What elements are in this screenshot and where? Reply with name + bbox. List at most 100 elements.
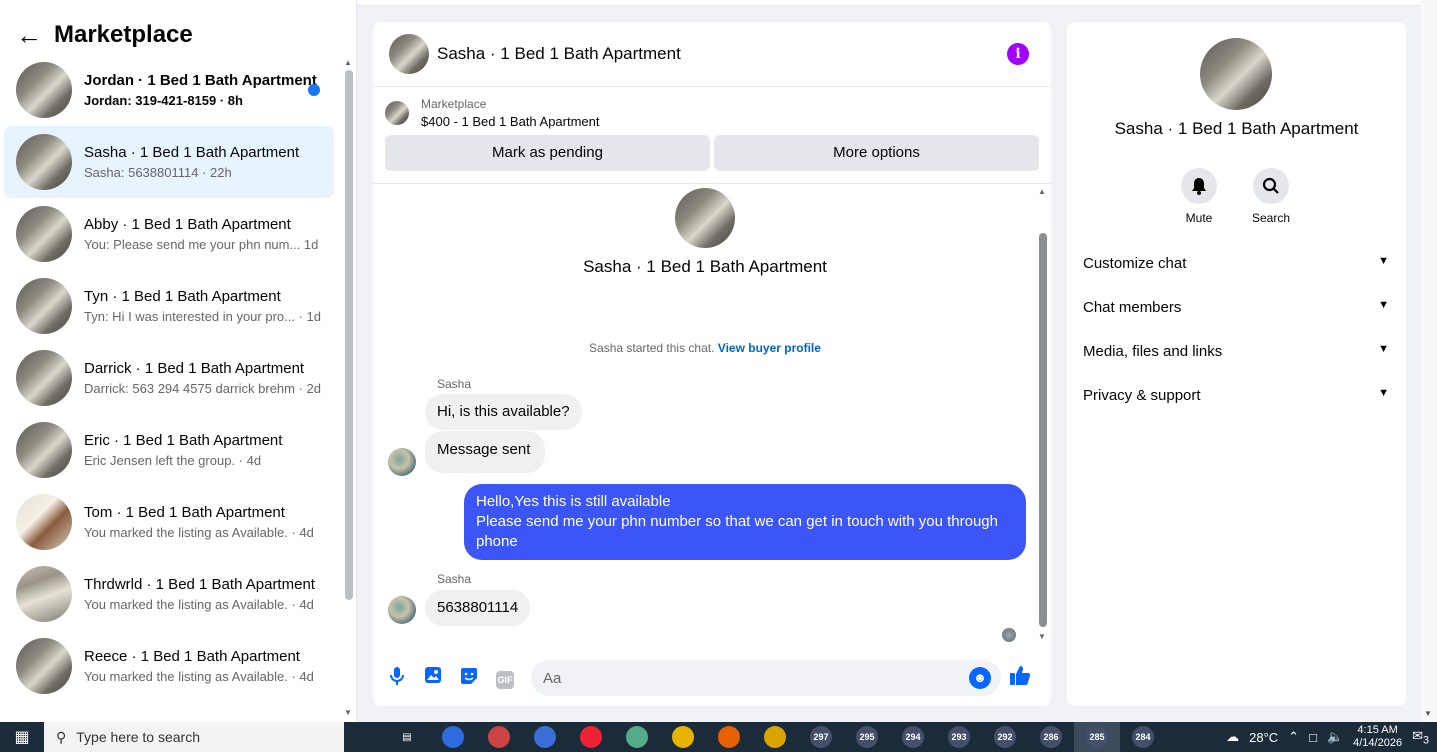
app-icon[interactable]: [430, 722, 476, 752]
conversation-text: Tom · 1 Bed 1 Bath Apartment You marked …: [84, 504, 334, 540]
chat-panel: Sasha · 1 Bed 1 Bath Apartment i Marketp…: [373, 22, 1051, 706]
conversation-item-tom[interactable]: Tom · 1 Bed 1 Bath Apartment You marked …: [4, 486, 334, 558]
back-arrow-icon[interactable]: ←: [16, 20, 46, 51]
app-badge-292[interactable]: 292: [982, 722, 1028, 752]
conversation-name: Tom · 1 Bed 1 Bath Apartment: [84, 504, 285, 521]
sticker-icon[interactable]: [457, 666, 481, 690]
windows-start-icon[interactable]: ▦: [0, 727, 44, 747]
firefox-icon[interactable]: [706, 722, 752, 752]
customize-chat-section[interactable]: Customize chat ▼: [1083, 255, 1389, 272]
message-input[interactable]: Aa ☻: [531, 660, 1001, 696]
app-icon[interactable]: [752, 722, 798, 752]
window-scrollbar[interactable]: ▼: [1421, 0, 1437, 722]
chat-avatar[interactable]: [389, 34, 429, 74]
scroll-up-arrow-icon[interactable]: ▲: [344, 58, 352, 67]
clock[interactable]: 4:15 AM 4/14/2026: [1353, 724, 1402, 750]
incoming-message-bubble[interactable]: Message sent: [425, 431, 546, 473]
windows-taskbar: ▦ ⚲ Type here to search ▤ 297 295 294 29…: [0, 722, 1437, 752]
conversation-item-darrick[interactable]: Darrick · 1 Bed 1 Bath Apartment Darrick…: [4, 342, 334, 414]
conversation-preview: Jordan: 319-421-8159 · 8h: [84, 93, 243, 108]
app-icon[interactable]: [522, 722, 568, 752]
listing-row[interactable]: Marketplace $400 - 1 Bed 1 Bath Apartmen…: [385, 97, 1039, 129]
listing-price-title: $400 - 1 Bed 1 Bath Apartment: [421, 114, 600, 129]
details-avatar[interactable]: [1200, 38, 1272, 110]
incoming-message-bubble[interactable]: 5638801114: [425, 590, 531, 626]
chat-title[interactable]: Sasha · 1 Bed 1 Bath Apartment: [437, 44, 1007, 64]
more-options-button[interactable]: More options: [714, 135, 1039, 171]
conversation-name: Reece · 1 Bed 1 Bath Apartment: [84, 648, 300, 665]
chat-members-section[interactable]: Chat members ▼: [1083, 299, 1389, 316]
badge-count: 294: [902, 726, 924, 748]
chat-started-notice: Sasha started this chat. View buyer prof…: [373, 341, 1037, 355]
task-view-icon[interactable]: ▤: [384, 722, 430, 752]
scroll-down-arrow-icon[interactable]: ▼: [344, 708, 352, 717]
badge-count: 284: [1132, 726, 1154, 748]
temperature[interactable]: 28°C: [1249, 730, 1278, 745]
app-badge-297[interactable]: 297: [798, 722, 844, 752]
app-icon[interactable]: [568, 722, 614, 752]
search-button[interactable]: Search: [1241, 168, 1301, 225]
weather-icon[interactable]: ☁: [1226, 729, 1239, 745]
app-badge-293[interactable]: 293: [936, 722, 982, 752]
chat-details-panel: Sasha · 1 Bed 1 Bath Apartment Mute Sear…: [1067, 22, 1406, 706]
listing-avatar: [16, 566, 72, 622]
conversation-item-tyn[interactable]: Tyn · 1 Bed 1 Bath Apartment Tyn: Hi I w…: [4, 270, 334, 342]
conversation-item-thrdwrld[interactable]: Thrdwrld · 1 Bed 1 Bath Apartment You ma…: [4, 558, 334, 630]
conversation-item-sasha[interactable]: Sasha · 1 Bed 1 Bath Apartment Sasha: 56…: [4, 126, 334, 198]
scroll-down-arrow-icon[interactable]: ▼: [1424, 709, 1432, 718]
thumbs-up-icon[interactable]: [1009, 664, 1031, 692]
media-files-links-section[interactable]: Media, files and links ▼: [1083, 343, 1389, 360]
sender-avatar[interactable]: [388, 596, 416, 624]
info-icon[interactable]: i: [1007, 43, 1029, 65]
conversation-preview: You: Please send me your phn num... 1d: [84, 237, 319, 252]
section-label: Media, files and links: [1083, 343, 1223, 360]
conversation-item-jordan[interactable]: Jordan · 1 Bed 1 Bath Apartment Jordan: …: [4, 54, 334, 126]
sender-avatar[interactable]: [388, 448, 416, 476]
view-buyer-profile-link[interactable]: View buyer profile: [718, 341, 821, 355]
listing-buttons: Mark as pending More options: [385, 135, 1039, 171]
emoji-icon[interactable]: ☻: [969, 667, 991, 689]
conversation-preview: Eric Jensen left the group. · 4d: [84, 453, 262, 468]
listing-avatar: [16, 422, 72, 478]
chevron-down-icon: ▼: [1378, 387, 1389, 399]
app-badge-285[interactable]: 285: [1074, 722, 1120, 752]
app-icon[interactable]: [476, 722, 522, 752]
incoming-message-bubble[interactable]: Hi, is this available?: [425, 394, 582, 430]
scroll-down-arrow-icon[interactable]: ▼: [1038, 632, 1046, 641]
app-badge-284[interactable]: 284: [1120, 722, 1166, 752]
chrome-icon[interactable]: [660, 722, 706, 752]
microphone-icon[interactable]: [385, 666, 409, 690]
app-icon[interactable]: [614, 722, 660, 752]
app-badge-295[interactable]: 295: [844, 722, 890, 752]
listing-thumbnail: [385, 101, 409, 125]
app-badge-294[interactable]: 294: [890, 722, 936, 752]
bell-icon: [1181, 168, 1217, 204]
volume-icon[interactable]: 🔈: [1327, 729, 1343, 745]
mark-as-pending-button[interactable]: Mark as pending: [385, 135, 710, 171]
conversation-item-reece[interactable]: Reece · 1 Bed 1 Bath Apartment You marke…: [4, 630, 334, 702]
network-icon[interactable]: □: [1309, 730, 1317, 745]
conversation-text: Tyn · 1 Bed 1 Bath Apartment Tyn: Hi I w…: [84, 288, 334, 324]
chevron-up-icon[interactable]: ⌃: [1288, 729, 1299, 745]
conversation-item-eric[interactable]: Eric · 1 Bed 1 Bath Apartment Eric Jense…: [4, 414, 334, 486]
unread-dot-icon: [308, 84, 320, 96]
mute-button[interactable]: Mute: [1169, 168, 1229, 225]
taskbar-apps: ▤ 297 295 294 293 292 286 285 284: [384, 722, 1166, 752]
conversation-item-abby[interactable]: Abby · 1 Bed 1 Bath Apartment You: Pleas…: [4, 198, 334, 270]
privacy-support-section[interactable]: Privacy & support ▼: [1083, 387, 1389, 404]
chat-scrollbar[interactable]: [1039, 233, 1047, 627]
notification-icon[interactable]: ✉3: [1412, 728, 1429, 747]
scroll-up-arrow-icon[interactable]: ▲: [1038, 187, 1046, 196]
app-badge-286[interactable]: 286: [1028, 722, 1074, 752]
section-label: Chat members: [1083, 299, 1182, 316]
gif-icon[interactable]: GIF: [496, 670, 514, 689]
sidebar-scrollbar[interactable]: [345, 70, 353, 600]
outgoing-message-bubble[interactable]: Hello,Yes this is still available Please…: [464, 484, 1026, 560]
listing-avatar: [16, 62, 72, 118]
chat-header: Sasha · 1 Bed 1 Bath Apartment i: [373, 22, 1051, 87]
taskbar-search-placeholder: Type here to search: [76, 729, 201, 745]
notification-count: 3: [1422, 734, 1429, 747]
image-icon[interactable]: [421, 666, 445, 690]
taskbar-search[interactable]: ⚲ Type here to search: [44, 722, 344, 752]
listing-label: Marketplace: [421, 97, 487, 111]
